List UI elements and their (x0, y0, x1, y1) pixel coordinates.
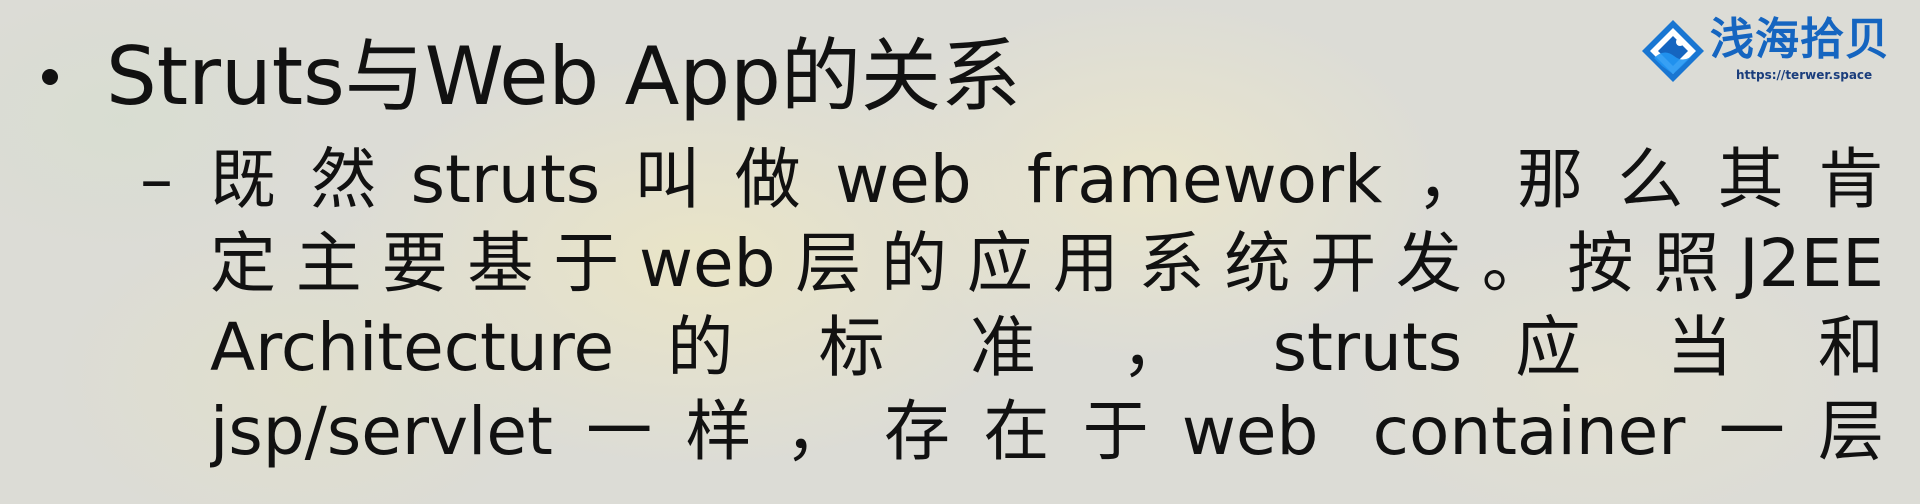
sub-bullet-text: 既然struts叫做web framework，那么其肯 定主要基于web层的应… (210, 138, 1884, 474)
text-line: 定主要基于web层的应用系统开发。按照J2EE (210, 225, 1884, 302)
slide: Struts与Web App的关系 – 既然struts叫做web framew… (0, 0, 1920, 504)
bullet-icon (42, 69, 58, 85)
text-line: 既然struts叫做web framework，那么其肯 (210, 141, 1884, 218)
logo-name: 浅海拾贝 (1710, 14, 1890, 65)
text-line: Architecture 的 标 准 ， struts 应 当 和 (210, 309, 1884, 386)
bullet-item: Struts与Web App的关系 (36, 22, 1021, 132)
diamond-logo-icon (1642, 20, 1704, 82)
dash-icon: – (140, 141, 173, 218)
text-line: jsp/servlet一样，存在于web container一层 (210, 393, 1884, 470)
site-logo[interactable]: 浅海拾贝 https://terwer.space (1640, 14, 1902, 88)
bullet-title: Struts与Web App的关系 (106, 30, 1021, 123)
logo-url[interactable]: https://terwer.space (1736, 68, 1872, 82)
